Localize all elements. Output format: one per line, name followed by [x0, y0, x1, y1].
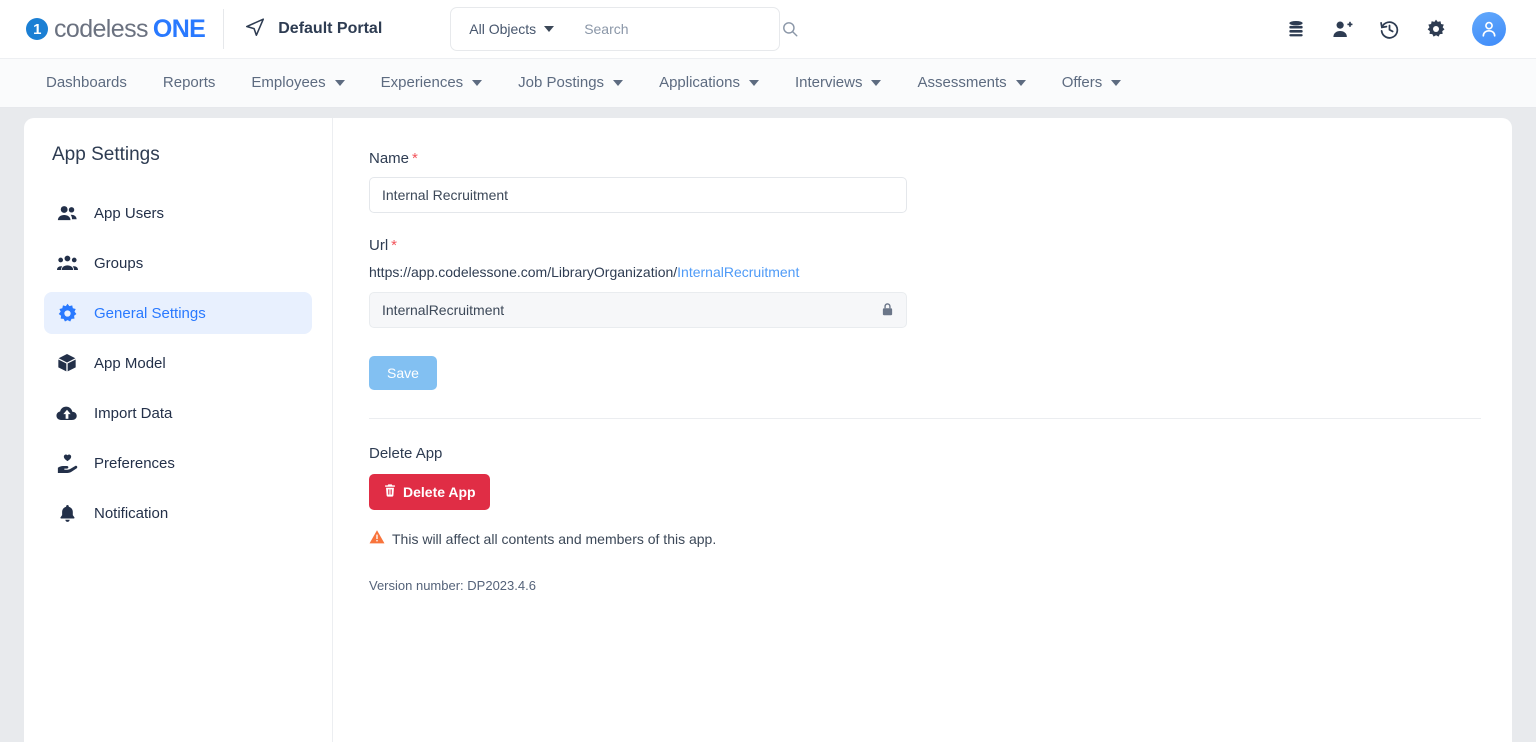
- trash-icon: [383, 483, 397, 501]
- settings-sidebar: App Settings App Users Groups General Se…: [24, 118, 333, 742]
- delete-app-heading: Delete App: [369, 445, 443, 462]
- nav-label: Assessments: [917, 74, 1007, 91]
- nav-label: Offers: [1061, 74, 1103, 91]
- sidebar-item-label: Import Data: [94, 404, 173, 422]
- nav-label: Dashboards: [46, 74, 127, 91]
- nav-item-experiences[interactable]: Experiences: [363, 58, 501, 108]
- delete-warning-text: This will affect all contents and member…: [392, 530, 717, 547]
- cube-icon: [56, 353, 78, 373]
- chevron-down-icon: [334, 80, 345, 86]
- hand-heart-icon: [56, 453, 78, 474]
- cloud-upload-icon: [56, 402, 78, 424]
- portal-selector[interactable]: Default Portal: [244, 16, 382, 43]
- url-slug-input[interactable]: [369, 292, 907, 328]
- url-preview-base: https://app.codelessone.com/LibraryOrgan…: [369, 264, 678, 280]
- logo-mark-icon: 1: [26, 18, 48, 40]
- nav-label: Applications: [659, 74, 740, 91]
- bell-icon: [56, 504, 78, 523]
- required-asterisk: *: [391, 237, 398, 254]
- url-field-label: Url *: [369, 237, 1481, 254]
- sidebar-item-app-model[interactable]: App Model: [44, 342, 312, 384]
- url-label-text: Url: [369, 237, 389, 254]
- search-scope-dropdown[interactable]: All Objects: [451, 8, 568, 50]
- version-number: Version number: DP2023.4.6: [369, 578, 536, 593]
- lock-icon: [880, 301, 895, 323]
- search-scope-label: All Objects: [469, 21, 537, 37]
- name-label-text: Name: [369, 150, 410, 167]
- nav-item-reports[interactable]: Reports: [145, 58, 234, 108]
- sidebar-item-import-data[interactable]: Import Data: [44, 392, 312, 434]
- delete-warning: This will affect all contents and member…: [369, 529, 1481, 548]
- portal-label: Default Portal: [278, 20, 383, 37]
- url-preview: https://app.codelessone.com/LibraryOrgan…: [369, 264, 1481, 280]
- chevron-down-icon: [748, 80, 759, 86]
- sidebar-item-groups[interactable]: Groups: [44, 242, 312, 284]
- users-icon: [56, 203, 78, 224]
- settings-content: Name* Url* https://app.codelessone.com/L…: [333, 118, 1512, 742]
- nav-label: Reports: [162, 74, 216, 91]
- sidebar-item-label: Groups: [94, 254, 144, 272]
- sidebar-item-label: Notification: [94, 504, 169, 522]
- sidebar-item-label: General Settings: [94, 304, 206, 322]
- sidebar-item-preferences[interactable]: Preferences: [44, 442, 312, 484]
- nav-label: Job Postings: [518, 74, 605, 91]
- name-input[interactable]: [369, 177, 907, 213]
- nav-label: Experiences: [380, 74, 464, 91]
- chevron-down-icon: [1111, 80, 1122, 86]
- section-divider: [369, 418, 1481, 419]
- avatar[interactable]: [1472, 12, 1506, 46]
- nav-item-assessments[interactable]: Assessments: [899, 58, 1043, 108]
- top-bar: 1 codeless ONE Default Portal All Objects: [0, 0, 1536, 58]
- search-box: All Objects: [450, 7, 798, 51]
- sidebar-item-label: App Users: [94, 204, 165, 222]
- delete-app-button[interactable]: Delete App: [369, 474, 490, 510]
- url-input-wrapper: [369, 292, 907, 328]
- required-asterisk: *: [412, 150, 418, 167]
- history-icon[interactable]: [1379, 19, 1400, 40]
- url-preview-slug: InternalRecruitment: [677, 264, 800, 280]
- nav-item-offers[interactable]: Offers: [1044, 58, 1140, 108]
- sidebar-item-general-settings[interactable]: General Settings: [44, 292, 312, 334]
- nav-item-employees[interactable]: Employees: [233, 58, 362, 108]
- main-nav: Dashboards Reports Employees Experiences…: [0, 58, 1536, 108]
- nav-item-job-postings[interactable]: Job Postings: [500, 58, 641, 108]
- nav-item-interviews[interactable]: Interviews: [777, 58, 900, 108]
- sidebar-item-label: App Model: [94, 354, 166, 372]
- chevron-down-icon: [871, 80, 882, 86]
- add-user-icon[interactable]: [1332, 19, 1353, 40]
- delete-app-button-label: Delete App: [403, 484, 476, 500]
- app-window: 1 codeless ONE Default Portal All Objects: [0, 0, 1536, 742]
- topbar-divider: [223, 9, 225, 49]
- gear-icon[interactable]: [1426, 19, 1446, 39]
- chevron-down-icon: [544, 26, 555, 32]
- nav-item-dashboards[interactable]: Dashboards: [28, 58, 145, 108]
- save-button[interactable]: Save: [369, 356, 437, 390]
- sidebar-item-label: Preferences: [94, 454, 175, 472]
- database-icon[interactable]: [1286, 19, 1306, 39]
- app-logo[interactable]: 1 codeless ONE: [26, 0, 206, 58]
- logo-text-one: ONE: [152, 14, 206, 43]
- global-search: All Objects: [450, 7, 798, 51]
- gear-icon: [56, 303, 78, 324]
- user-group-icon: [56, 253, 78, 274]
- search-icon[interactable]: [775, 20, 815, 38]
- search-input[interactable]: [568, 21, 776, 37]
- nav-item-applications[interactable]: Applications: [641, 58, 777, 108]
- paper-plane-icon: [244, 16, 266, 43]
- chevron-down-icon: [613, 80, 624, 86]
- sidebar-title: App Settings: [52, 144, 160, 165]
- name-field-label: Name *: [369, 150, 1481, 167]
- settings-card: App Settings App Users Groups General Se…: [24, 118, 1512, 742]
- logo-text-codeless: codeless: [54, 14, 148, 43]
- sidebar-item-app-users[interactable]: App Users: [44, 192, 312, 234]
- nav-label: Interviews: [794, 74, 863, 91]
- warning-triangle-icon: [369, 529, 385, 548]
- sidebar-item-notification[interactable]: Notification: [44, 492, 312, 534]
- chevron-down-icon: [472, 80, 483, 86]
- topbar-actions: [1286, 12, 1516, 46]
- chevron-down-icon: [1015, 80, 1026, 86]
- nav-label: Employees: [251, 74, 326, 91]
- page-body: App Settings App Users Groups General Se…: [0, 108, 1536, 742]
